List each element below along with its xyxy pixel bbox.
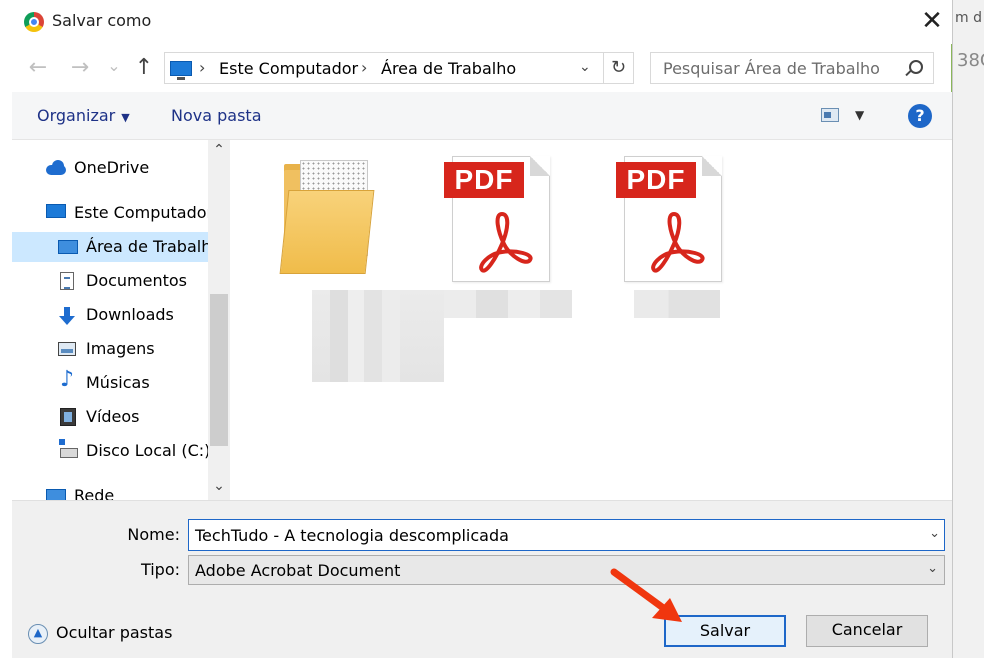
sidebar-item-label: OneDrive [74,158,150,177]
filename-input[interactable]: TechTudo - A tecnologia descomplicada ⌄ [188,519,945,551]
sidebar-item-disco-local[interactable]: Disco Local (C:) [12,436,208,466]
save-form-panel: Nome: TechTudo - A tecnologia descomplic… [12,500,952,658]
blurred-filename [634,290,720,318]
download-icon [58,307,76,325]
dialog-title: Salvar como [52,11,152,30]
address-bar[interactable]: › Este Computador › Área de Trabalho ⌄ ↻ [164,52,634,84]
pdf-badge: PDF [616,162,696,198]
cloud-icon [46,160,66,176]
folder-icon-front [279,190,375,274]
network-icon [46,489,66,500]
sidebar-item-label: Rede [74,486,115,500]
up-arrow-icon[interactable]: ↑ [130,54,158,82]
sidebar-item-label: Área de Trabalho [86,237,208,256]
navigation-pane: OneDrive Este Computador Área de Trabalh… [12,140,230,500]
chevron-down-icon[interactable]: ⌄ [929,526,940,541]
sidebar-item-imagens[interactable]: Imagens [12,334,208,364]
annotation-arrow-icon [610,568,682,622]
background-text: m d [955,10,982,26]
breadcrumb-area-de-trabalho[interactable]: Área de Trabalho [381,59,516,78]
scroll-up-icon[interactable]: ⌃ [208,142,230,158]
blurred-filename [312,290,444,382]
computer-icon [46,204,66,218]
organize-menu-button[interactable]: Organizar ▼ [37,106,130,125]
organize-label: Organizar [37,106,116,125]
caret-down-icon[interactable]: ▼ [855,108,864,122]
name-label: Nome: [127,525,180,544]
chevron-down-icon[interactable]: ⌄ [579,59,591,75]
file-type-select[interactable]: Adobe Acrobat Document ⌄ [188,555,945,585]
close-button[interactable]: ✕ [912,4,952,38]
sidebar-item-label: Vídeos [86,407,140,426]
sidebar-item-label: Downloads [86,305,174,324]
navigation-bar: ← → ⌄ ↑ › Este Computador › Área de Trab… [0,44,952,92]
file-type-value: Adobe Acrobat Document [195,561,401,580]
scroll-down-icon[interactable]: ⌄ [208,478,230,494]
sidebar-item-rede[interactable]: Rede [12,481,208,500]
background-window: m d 38C [952,0,984,658]
command-bar: Organizar ▼ Nova pasta ▼ ? [12,92,952,140]
cancel-button[interactable]: Cancelar [806,615,928,647]
sidebar-item-label: Este Computador [74,203,208,222]
breadcrumb-este-computador[interactable]: Este Computador [219,59,358,78]
back-arrow-icon[interactable]: ← [24,54,52,82]
title-bar: Salvar como ✕ [0,0,952,44]
sidebar-item-documentos[interactable]: Documentos [12,266,208,296]
search-placeholder: Pesquisar Área de Trabalho [663,59,880,78]
sidebar-item-musicas[interactable]: ♪ Músicas [12,368,208,398]
refresh-icon[interactable]: ↻ [603,53,633,83]
sidebar-item-label: Disco Local (C:) [86,441,208,460]
desktop-icon [58,240,78,254]
scrollbar-thumb[interactable] [210,294,228,446]
computer-icon [170,61,192,80]
pictures-icon [58,342,76,356]
forward-arrow-icon[interactable]: → [66,54,94,82]
sidebar-item-label: Imagens [86,339,155,358]
pdf-file-item[interactable]: PDF [598,150,748,390]
search-icon[interactable] [909,60,923,74]
help-icon[interactable]: ? [908,104,932,128]
folder-item[interactable] [272,150,444,390]
pdf-file-item[interactable]: PDF [426,150,576,390]
save-as-dialog: Salvar como ✕ ← → ⌄ ↑ › Este Computador … [0,0,952,658]
pdf-badge: PDF [444,162,524,198]
sidebar-item-este-computador[interactable]: Este Computador [12,198,208,228]
sidebar-item-label: Documentos [86,271,188,290]
documents-icon [60,272,74,290]
blurred-filename [444,290,572,318]
type-label: Tipo: [140,560,180,579]
chevron-right-icon[interactable]: › [361,58,367,77]
music-icon: ♪ [60,368,75,392]
view-options-icon[interactable] [821,108,839,122]
chrome-icon [24,12,44,32]
acrobat-logo-icon [479,212,533,273]
caret-down-icon: ▼ [121,111,130,124]
background-text: 38C [957,50,984,71]
disk-icon [59,439,78,458]
acrobat-logo-icon [651,212,705,273]
filename-value: TechTudo - A tecnologia descomplicada [195,526,509,545]
new-folder-button[interactable]: Nova pasta [171,106,262,125]
sidebar-item-onedrive[interactable]: OneDrive [12,153,208,183]
sidebar-scrollbar[interactable]: ⌃ ⌄ [208,140,230,500]
file-list: PDF PDF [230,140,952,500]
sidebar-item-area-de-trabalho[interactable]: Área de Trabalho [12,232,208,262]
sidebar-item-videos[interactable]: Vídeos [12,402,208,432]
sidebar-item-downloads[interactable]: Downloads [12,300,208,330]
hide-folders-label: Ocultar pastas [56,623,173,642]
page-fold [530,156,550,176]
chevron-down-icon[interactable]: ⌄ [927,561,938,576]
video-icon [60,408,76,426]
sidebar-item-label: Músicas [86,373,150,392]
hide-folders-button[interactable]: ▲ Ocultar pastas [28,623,172,644]
page-fold [702,156,722,176]
collapse-icon: ▲ [28,623,48,644]
recent-locations-icon[interactable]: ⌄ [100,52,128,80]
search-input[interactable]: Pesquisar Área de Trabalho [650,52,934,84]
chevron-right-icon[interactable]: › [199,58,205,77]
